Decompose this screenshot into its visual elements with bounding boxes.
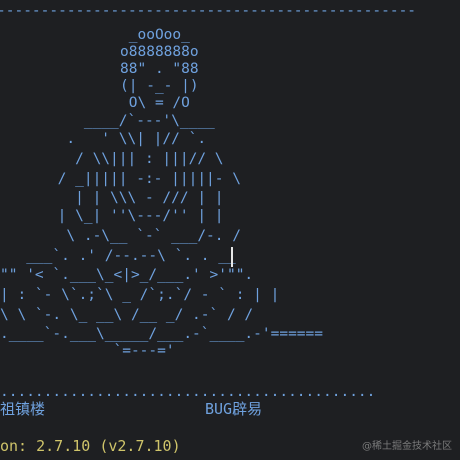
terminal-output[interactable]: ----------------------------------------…	[0, 0, 460, 460]
art-line-18: `=---='	[0, 343, 175, 359]
dotted-rule: ........................................…	[0, 384, 376, 400]
art-line-6: ____/`---'\____	[14, 113, 215, 129]
art-line-3: 88" . "88	[24, 61, 199, 77]
art-line-2: o8888888o	[24, 44, 199, 60]
art-line-13: ___`. .' /--.--\ `. . __	[0, 248, 236, 264]
art-line-1: _ooOoo_	[24, 27, 190, 43]
text-cursor	[231, 247, 233, 267]
art-line-5: O\ = /O	[24, 95, 190, 111]
art-line-9: / _||||| -:- |||||- \	[14, 171, 241, 187]
art-line-15: | : `- \`.;`\ _ /`;.`/ - ` : | |	[0, 287, 280, 303]
art-line-17: .____`-.___\_____/___.-`____.-'======	[0, 326, 324, 342]
watermark: @稀土掘金技术社区	[362, 441, 452, 452]
version-line: on: 2.7.10 (v2.7.10)	[0, 437, 181, 455]
art-line-11: | \_| ''\---/'' | |	[14, 208, 224, 224]
art-line-7: . ' \\| |// `.	[14, 131, 207, 147]
footer-right-text: BUG辟易	[205, 400, 263, 418]
art-line-4: (| -_- |)	[24, 78, 199, 94]
footer-left-text: 祖镇楼	[0, 400, 46, 418]
art-line-8: / \\||| : |||// \	[14, 151, 224, 167]
art-line-10: | | \\\ - /// | |	[14, 190, 224, 206]
art-line-16: \ \ `-. \_ __\ /__ _/ .-` / /	[0, 307, 254, 323]
art-line-14: "" '< `.___\_<|>_/___.' >'"".	[0, 267, 254, 283]
art-line-12: \ .-\__ `-` ___/-. /	[14, 228, 241, 244]
top-dashed-rule: ----------------------------------------…	[0, 3, 417, 19]
